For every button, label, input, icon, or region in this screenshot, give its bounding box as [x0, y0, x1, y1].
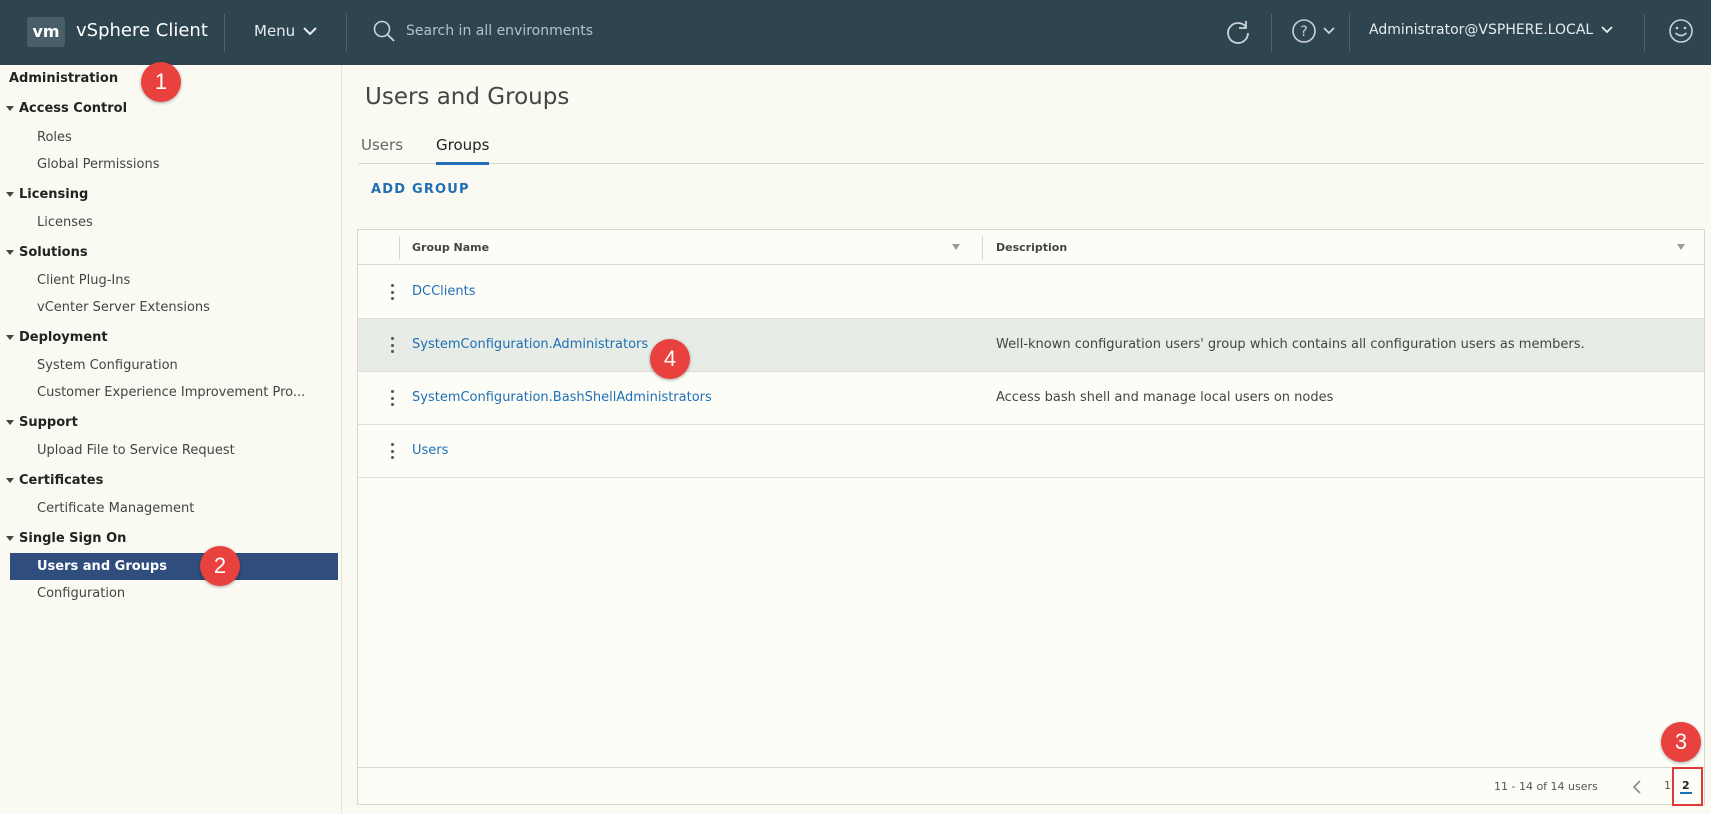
callout-badge: 2: [200, 546, 240, 586]
menu-button[interactable]: Menu: [254, 22, 317, 40]
tab-groups[interactable]: Groups: [436, 136, 490, 165]
sidebar-item-upload-file[interactable]: Upload File to Service Request: [10, 437, 338, 464]
header-divider: [1644, 14, 1645, 52]
callout-badge: 3: [1661, 722, 1701, 762]
table-row[interactable]: DCClients: [358, 266, 1704, 319]
table-row[interactable]: Users: [358, 425, 1704, 478]
caret-down-icon: [6, 106, 14, 111]
grid-header: Group Name Description: [358, 230, 1704, 265]
user-label: Administrator@VSPHERE.LOCAL: [1369, 22, 1594, 38]
header-divider: [346, 14, 347, 52]
table-row[interactable]: SystemConfiguration.Administrators Well-…: [358, 319, 1704, 372]
add-group-button[interactable]: ADD GROUP: [371, 182, 470, 197]
page-title: Users and Groups: [365, 84, 570, 110]
sidebar-item-roles[interactable]: Roles: [10, 124, 338, 151]
sidebar-group-solutions[interactable]: Solutions: [6, 245, 88, 260]
help-menu[interactable]: ?: [1291, 18, 1335, 44]
group-name-link[interactable]: Users: [412, 443, 448, 458]
caret-down-icon: [6, 192, 14, 197]
row-actions-icon[interactable]: [390, 443, 394, 459]
row-actions-icon[interactable]: [390, 390, 394, 406]
chevron-down-icon: [303, 27, 317, 36]
sidebar-item-users-and-groups[interactable]: Users and Groups: [10, 553, 338, 580]
filter-icon[interactable]: [1677, 244, 1685, 250]
group-name-link[interactable]: SystemConfiguration.Administrators: [412, 337, 648, 352]
row-actions-icon[interactable]: [390, 284, 394, 300]
refresh-icon[interactable]: [1224, 18, 1252, 46]
group-name-link[interactable]: DCClients: [412, 284, 476, 299]
sidebar-item-client-plugins[interactable]: Client Plug-Ins: [10, 267, 338, 294]
pagination-count: 11 - 14 of 14 users: [1494, 780, 1598, 793]
groups-datagrid: Group Name Description DCClients SystemC…: [357, 229, 1705, 805]
callout-badge: 1: [141, 62, 181, 102]
caret-down-icon: [6, 250, 14, 255]
sidebar-item-vcenter-extensions[interactable]: vCenter Server Extensions: [10, 294, 338, 321]
global-search[interactable]: [372, 19, 826, 43]
caret-down-icon: [6, 478, 14, 483]
smiley-icon[interactable]: [1668, 18, 1694, 44]
column-separator: [399, 236, 400, 260]
app-title[interactable]: vSphere Client: [76, 20, 208, 41]
help-icon: ?: [1292, 19, 1316, 43]
search-icon: [373, 20, 395, 42]
sidebar-item-global-permissions[interactable]: Global Permissions: [10, 151, 338, 178]
callout-badge: 4: [650, 339, 690, 379]
menu-label: Menu: [254, 22, 296, 40]
caret-down-icon: [6, 536, 14, 541]
tab-bar: Users Groups: [358, 124, 1704, 165]
filter-icon[interactable]: [952, 244, 960, 250]
sidebar-title: Administration: [9, 71, 119, 86]
sidebar-item-sso-configuration[interactable]: Configuration: [10, 580, 338, 607]
group-name-link[interactable]: SystemConfiguration.BashShellAdministrat…: [412, 390, 712, 405]
sidebar-item-system-configuration[interactable]: System Configuration: [10, 352, 338, 379]
chevron-down-icon: [1323, 27, 1335, 35]
caret-down-icon: [6, 420, 14, 425]
tab-users[interactable]: Users: [361, 136, 403, 162]
sidebar-group-licensing[interactable]: Licensing: [6, 187, 88, 202]
caret-down-icon: [6, 335, 14, 340]
vm-logo: vm: [27, 17, 65, 47]
svg-text:?: ?: [1300, 24, 1307, 40]
sidebar-group-certificates[interactable]: Certificates: [6, 473, 103, 488]
user-menu[interactable]: Administrator@VSPHERE.LOCAL: [1369, 22, 1613, 38]
group-description: Access bash shell and manage local users…: [996, 390, 1334, 405]
top-header: vm vSphere Client Menu ? Administrator@V…: [0, 0, 1711, 65]
sidebar-group-support[interactable]: Support: [6, 415, 78, 430]
highlight-box: [1672, 767, 1703, 806]
group-description: Well-known configuration users' group wh…: [996, 337, 1585, 352]
sidebar-item-ceip[interactable]: Customer Experience Improvement Pro...: [10, 379, 338, 406]
header-divider: [224, 14, 225, 52]
chevron-down-icon: [1601, 26, 1613, 34]
column-header-description[interactable]: Description: [996, 241, 1067, 254]
header-divider: [1271, 14, 1272, 52]
sidebar-item-licenses[interactable]: Licenses: [10, 209, 338, 236]
grid-footer: 11 - 14 of 14 users 1 2: [358, 767, 1704, 804]
chevron-left-icon[interactable]: [1632, 780, 1642, 794]
search-input[interactable]: [406, 23, 826, 39]
table-row[interactable]: SystemConfiguration.BashShellAdministrat…: [358, 372, 1704, 425]
sidebar-group-sso[interactable]: Single Sign On: [6, 531, 126, 546]
sidebar: Administration Access Control Roles Glob…: [0, 65, 342, 814]
column-separator: [982, 236, 983, 260]
column-header-group-name[interactable]: Group Name: [412, 241, 489, 254]
header-divider: [1349, 14, 1350, 52]
page-1-button[interactable]: 1: [1664, 779, 1671, 792]
sidebar-item-certificate-management[interactable]: Certificate Management: [10, 495, 338, 522]
sidebar-group-deployment[interactable]: Deployment: [6, 330, 108, 345]
row-actions-icon[interactable]: [390, 337, 394, 353]
sidebar-group-access-control[interactable]: Access Control: [6, 101, 127, 116]
